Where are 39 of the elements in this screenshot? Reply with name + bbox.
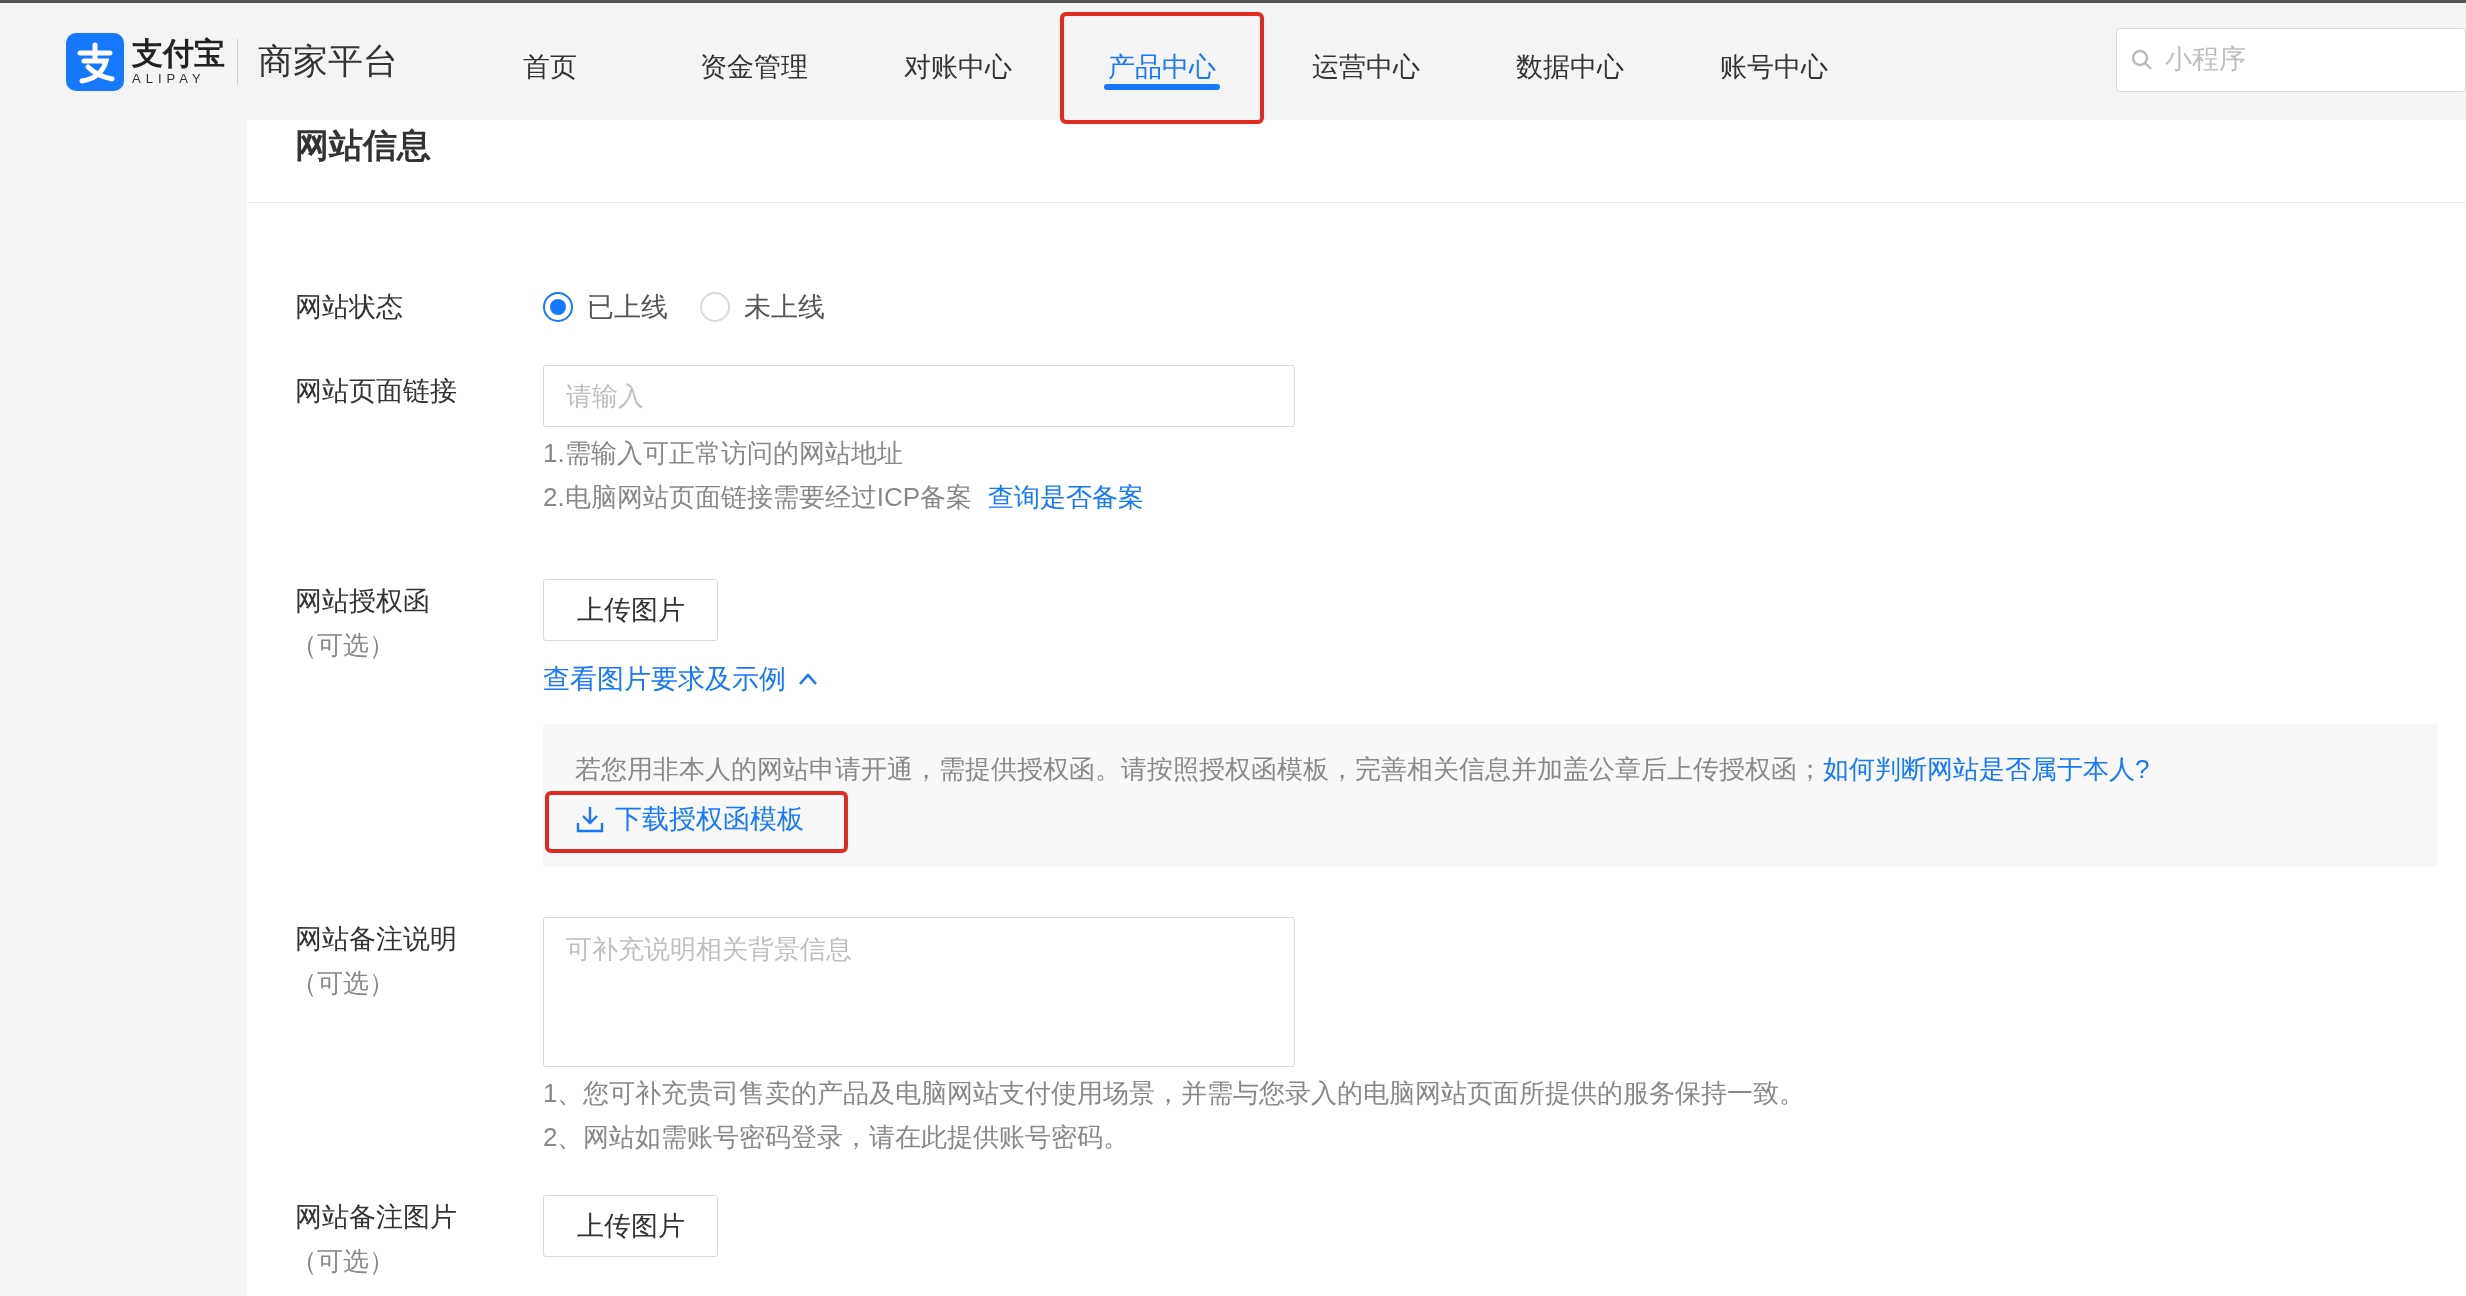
nav-tab[interactable]: 账号中心 (1672, 11, 1876, 124)
radio-option[interactable]: 已上线 (543, 286, 668, 328)
logo-subtext: ALIPAY (132, 72, 207, 85)
search-field[interactable]: 小程序 (2116, 27, 2466, 92)
nav-tab[interactable]: 对账中心 (856, 11, 1060, 124)
nav-tab[interactable]: 资金管理 (652, 11, 856, 124)
upload-button[interactable]: 上传图片 (543, 579, 718, 641)
radio-option[interactable]: 未上线 (700, 286, 825, 328)
logo-icon (66, 32, 124, 91)
hint-text: 2、网站如需账号密码登录，请在此提供账号密码。 (543, 1121, 1131, 1154)
nav-tab[interactable]: 运营中心 (1264, 11, 1468, 124)
optional-label: （可选） (291, 629, 396, 662)
field-label: 网站授权函 (295, 585, 431, 618)
chevron-up-icon (798, 672, 818, 687)
toggle-link[interactable]: 查看图片要求及示例 (543, 659, 818, 700)
field-label: 网站状态 (295, 291, 404, 324)
notice-text: 若您用非本人的网站申请开通，需提供授权函。请按照授权函模板，完善相关信息并加盖公章后上传授权函；如何判断网站是否属于本人? (575, 752, 2151, 786)
hint-text: 1、您可补充贵司售卖的产品及电脑网站支付使用场景，并需与您录入的电脑网站页面所提供的服务保持一致。 (543, 1077, 1807, 1110)
optional-label: （可选） (291, 967, 396, 1000)
field-label: 网站备注说明 (295, 923, 458, 956)
logo-text: 支付宝 (132, 38, 225, 69)
nav-tab[interactable]: 产品中心 (1060, 11, 1264, 124)
hint-text: 2.电脑网站页面链接需要经过ICP备案 (543, 481, 973, 514)
platform-title: 商家平台 (258, 40, 398, 83)
field-label: 网站备注图片 (295, 1201, 458, 1234)
download-link[interactable]: 下载授权函模板 (575, 798, 804, 839)
upload-button[interactable]: 上传图片 (543, 1195, 718, 1257)
optional-label: （可选） (291, 1245, 396, 1278)
field-label: 网站页面链接 (295, 375, 458, 408)
nav-tab[interactable]: 首页 (448, 11, 652, 124)
text-area[interactable]: 可补充说明相关背景信息 (543, 917, 1295, 1067)
radio-button[interactable] (543, 292, 573, 322)
hint-text: 1.需输入可正常访问的网站地址 (543, 437, 904, 470)
nav-tab[interactable]: 数据中心 (1468, 11, 1672, 124)
search-icon (2130, 47, 2154, 72)
section-title: 网站信息 (295, 125, 432, 166)
link[interactable]: 如何判断网站是否属于本人? (1823, 753, 2150, 784)
link[interactable]: 查询是否备案 (988, 475, 1145, 519)
input-field[interactable]: 请输入 (543, 365, 1295, 427)
